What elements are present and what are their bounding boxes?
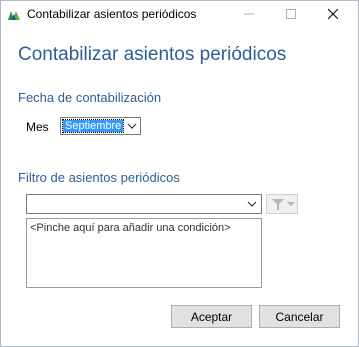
mes-selected-value: Septiembre — [61, 119, 125, 133]
minimize-icon — [244, 13, 254, 15]
maximize-button[interactable] — [281, 5, 301, 23]
title-bar: Contabilizar asientos periódicos — [1, 1, 358, 29]
app-logo-icon — [8, 11, 20, 20]
close-icon — [328, 9, 338, 19]
fecha-section-title: Fecha de contabilización — [18, 90, 162, 105]
page-title: Contabilizar asientos periódicos — [18, 44, 287, 65]
mes-select[interactable]: Septiembre — [60, 117, 141, 135]
filter-combo[interactable] — [26, 194, 262, 214]
cancel-button[interactable]: Cancelar — [259, 305, 340, 328]
filter-funnel-icon — [272, 199, 284, 210]
accept-button[interactable]: Aceptar — [171, 305, 252, 328]
chevron-down-icon — [127, 123, 137, 129]
dialog-window: Contabilizar asientos periódicos Contabi… — [0, 0, 359, 347]
maximize-icon — [286, 9, 296, 19]
close-button[interactable] — [323, 5, 343, 23]
filter-button[interactable] — [266, 194, 298, 214]
minimize-button[interactable] — [239, 5, 259, 23]
caret-down-icon — [287, 202, 295, 206]
condition-list[interactable]: <Pinche aquí para añadir una condición> — [26, 218, 262, 288]
mes-label: Mes — [26, 120, 49, 134]
chevron-down-icon — [247, 201, 257, 207]
add-condition-hint[interactable]: <Pinche aquí para añadir una condición> — [30, 222, 231, 234]
window-title: Contabilizar asientos periódicos — [27, 7, 197, 21]
filtro-section-title: Filtro de asientos periódicos — [18, 170, 180, 185]
